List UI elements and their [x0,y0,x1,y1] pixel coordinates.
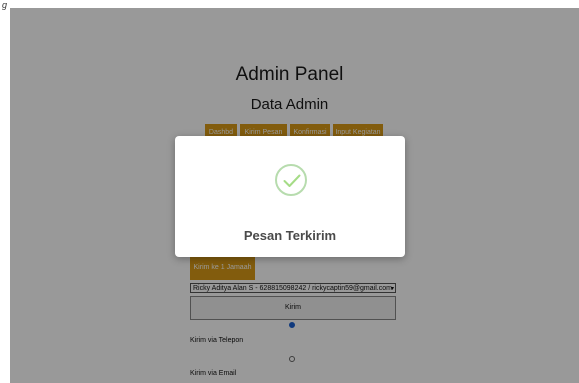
corner-label: g [2,0,8,10]
success-modal: Pesan Terkirim [175,136,405,257]
modal-message: Pesan Terkirim [243,228,337,243]
check-icon [275,164,307,196]
